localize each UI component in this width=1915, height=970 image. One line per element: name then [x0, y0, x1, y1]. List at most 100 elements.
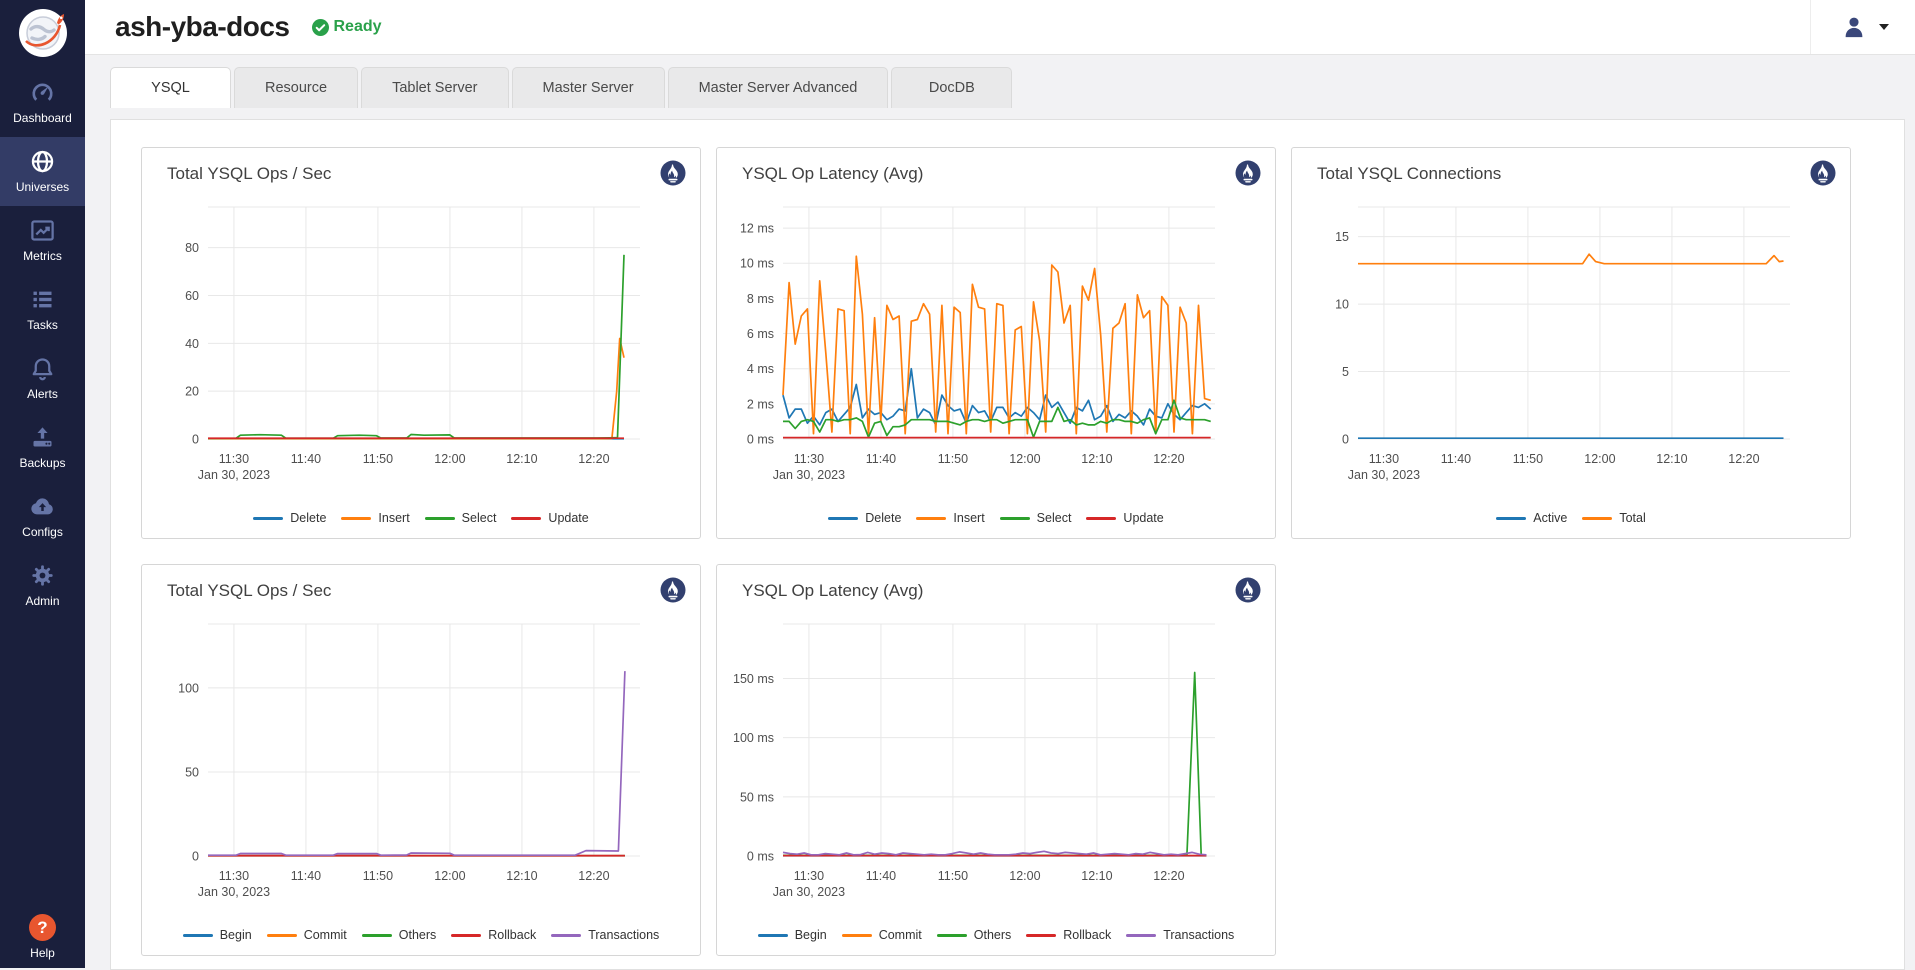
tab-resource[interactable]: Resource: [234, 67, 358, 108]
legend-item-rollback[interactable]: Rollback: [451, 928, 536, 942]
svg-text:12:20: 12:20: [1153, 452, 1184, 466]
svg-text:11:40: 11:40: [866, 869, 896, 883]
legend-item-transactions[interactable]: Transactions: [551, 928, 659, 942]
sidebar-item-configs[interactable]: Configs: [0, 482, 85, 551]
tab-panel: Total YSQL Ops / Sec02040608011:30Jan 30…: [110, 119, 1905, 970]
series-line-total: [1358, 254, 1784, 264]
legend-swatch: [425, 517, 455, 520]
legend-item-insert[interactable]: Insert: [916, 511, 984, 525]
yugabyte-logo[interactable]: [18, 0, 68, 68]
legend-swatch: [341, 517, 371, 520]
legend-swatch: [451, 934, 481, 937]
svg-text:5: 5: [1342, 365, 1349, 379]
legend-item-commit[interactable]: Commit: [842, 928, 922, 942]
svg-text:40: 40: [185, 337, 199, 351]
svg-text:60: 60: [185, 289, 199, 303]
svg-text:Jan 30, 2023: Jan 30, 2023: [1348, 468, 1420, 482]
header-user-area: [1810, 0, 1915, 54]
upload-drive-icon: [29, 424, 56, 451]
svg-text:11:50: 11:50: [363, 869, 393, 883]
legend-swatch: [253, 517, 283, 520]
svg-text:0: 0: [192, 433, 199, 447]
sidebar-item-label: Backups: [19, 456, 65, 470]
series-line-transactions: [208, 671, 625, 855]
sidebar-item-alerts[interactable]: Alerts: [0, 344, 85, 413]
legend-label: Transactions: [588, 928, 659, 942]
svg-text:20: 20: [185, 385, 199, 399]
legend-item-total[interactable]: Total: [1582, 511, 1645, 525]
tab-master-server[interactable]: Master Server: [512, 67, 665, 108]
sidebar-item-label: Help: [30, 946, 55, 960]
legend-item-insert[interactable]: Insert: [341, 511, 409, 525]
legend-swatch: [551, 934, 581, 937]
tab-master-server-advanced[interactable]: Master Server Advanced: [668, 67, 889, 108]
tab-docdb[interactable]: DocDB: [891, 67, 1012, 108]
sidebar-item-help[interactable]: ? Help: [0, 914, 85, 960]
legend-item-begin[interactable]: Begin: [183, 928, 252, 942]
sidebar-item-universes[interactable]: Universes: [0, 137, 85, 206]
legend-item-select[interactable]: Select: [1000, 511, 1072, 525]
status-text: Ready: [334, 18, 382, 36]
list-icon: [29, 286, 56, 313]
chart-line-icon: [29, 217, 56, 244]
legend-swatch: [842, 934, 872, 937]
sidebar-item-label: Metrics: [23, 249, 62, 263]
sidebar-item-backups[interactable]: Backups: [0, 413, 85, 482]
sidebar-item-label: Dashboard: [13, 111, 72, 125]
legend-item-commit[interactable]: Commit: [267, 928, 347, 942]
legend-label: Others: [974, 928, 1012, 942]
legend-item-rollback[interactable]: Rollback: [1026, 928, 1111, 942]
legend-label: Begin: [220, 928, 252, 942]
legend-label: Insert: [953, 511, 984, 525]
legend-item-transactions[interactable]: Transactions: [1126, 928, 1234, 942]
series-line-transactions: [783, 851, 1206, 855]
bell-icon: [29, 355, 56, 382]
legend-item-delete[interactable]: Delete: [828, 511, 901, 525]
sidebar-item-tasks[interactable]: Tasks: [0, 275, 85, 344]
svg-text:12:00: 12:00: [1009, 869, 1040, 883]
svg-text:12:20: 12:20: [1153, 869, 1184, 883]
sidebar-item-dashboard[interactable]: Dashboard: [0, 68, 85, 137]
chart-legend: Delete Insert Select Update: [142, 511, 700, 525]
chart-plot: 05101511:30Jan 30, 202311:4011:5012:0012…: [1292, 148, 1852, 488]
svg-text:150 ms: 150 ms: [733, 672, 774, 686]
sidebar-nav: Dashboard Universes Metrics TasksAlerts Back…: [0, 68, 85, 620]
svg-text:12:10: 12:10: [1656, 452, 1687, 466]
svg-text:15: 15: [1335, 230, 1349, 244]
legend-item-update[interactable]: Update: [511, 511, 588, 525]
user-menu[interactable]: [1841, 14, 1889, 40]
legend-item-select[interactable]: Select: [425, 511, 497, 525]
svg-text:80: 80: [185, 241, 199, 255]
legend-item-others[interactable]: Others: [362, 928, 437, 942]
sidebar-item-admin[interactable]: Admin: [0, 551, 85, 620]
status-badge: Ready: [312, 18, 382, 36]
legend-swatch: [511, 517, 541, 520]
sidebar-item-label: Universes: [16, 180, 69, 194]
help-icon: ?: [29, 914, 56, 941]
sidebar-item-metrics[interactable]: Metrics: [0, 206, 85, 275]
chart-legend: Active Total: [1292, 511, 1850, 525]
legend-label: Delete: [865, 511, 901, 525]
legend-label: Transactions: [1163, 928, 1234, 942]
chart-legend: Begin Commit Others Rollback Transactions: [142, 928, 700, 942]
svg-text:12:00: 12:00: [1584, 452, 1615, 466]
series-line-select: [783, 400, 1211, 437]
svg-text:100: 100: [178, 681, 199, 695]
series-line-insert: [208, 339, 624, 439]
legend-item-update[interactable]: Update: [1086, 511, 1163, 525]
svg-text:12:00: 12:00: [434, 869, 465, 883]
legend-item-begin[interactable]: Begin: [758, 928, 827, 942]
tab-tablet-server[interactable]: Tablet Server: [361, 67, 508, 108]
svg-text:10: 10: [1335, 298, 1349, 312]
check-circle-icon: [312, 19, 329, 36]
chart-card: YSQL Op Latency (Avg)0 ms2 ms4 ms6 ms8 m…: [716, 147, 1276, 539]
legend-item-delete[interactable]: Delete: [253, 511, 326, 525]
legend-label: Rollback: [1063, 928, 1111, 942]
sidebar-item-label: Configs: [22, 525, 63, 539]
legend-swatch: [937, 934, 967, 937]
legend-item-others[interactable]: Others: [937, 928, 1012, 942]
tab-ysql[interactable]: YSQL: [110, 67, 231, 108]
legend-label: Rollback: [488, 928, 536, 942]
svg-text:12:10: 12:10: [1081, 452, 1112, 466]
legend-item-active[interactable]: Active: [1496, 511, 1567, 525]
